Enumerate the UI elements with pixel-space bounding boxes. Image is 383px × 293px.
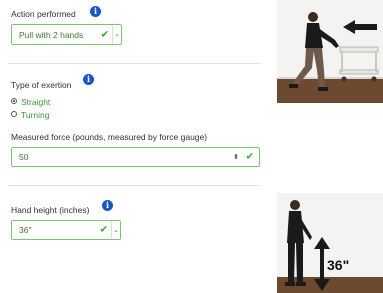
chevron-down-icon[interactable]: ⌄ (112, 25, 121, 44)
force-input-value: 50 (19, 152, 29, 162)
check-icon: ✔ (99, 224, 108, 236)
person-pulling-cart-image (277, 0, 383, 103)
action-info-icon[interactable]: i (90, 6, 101, 17)
action-select-value: Pull with 2 hands (19, 29, 84, 40)
exertion-info-icon[interactable]: i (83, 74, 94, 85)
exertion-label: Type of exertion (11, 80, 72, 90)
force-input[interactable]: 50 ⬍ ✔ (11, 147, 260, 167)
force-label: Measured force (pounds, measured by forc… (11, 132, 208, 142)
section-divider (8, 185, 261, 186)
radio-button-unchecked[interactable] (11, 110, 17, 117)
radio-button-checked[interactable] (11, 97, 17, 104)
hand-height-label: Hand height (inches) (11, 205, 90, 215)
check-icon: ✔ (100, 29, 109, 40)
chevron-down-icon[interactable]: ⌄ (111, 221, 120, 239)
hand-height-info-icon[interactable]: i (102, 200, 113, 211)
section-divider (8, 63, 261, 64)
height-caption: 36" (327, 257, 349, 273)
hand-height-select-value: 36" (19, 225, 32, 235)
action-select[interactable]: Pull with 2 hands ✔ ⌄ (11, 24, 122, 45)
hand-height-image: 36" (277, 193, 383, 293)
action-performed-label: Action performed (11, 9, 76, 19)
hand-height-select[interactable]: 36" ✔ ⌄ (11, 220, 121, 240)
person-pulling-cart-icon (277, 0, 383, 103)
person-hand-height-icon: 36" (277, 193, 383, 293)
radio-straight[interactable]: Straight (11, 96, 50, 107)
spinner-arrows-icon[interactable]: ⬍ (233, 153, 239, 161)
check-icon: ✔ (245, 151, 254, 163)
radio-turning[interactable]: Turning (11, 109, 50, 120)
radio-straight-label: Straight (21, 96, 51, 107)
radio-turning-label: Turning (21, 109, 50, 120)
